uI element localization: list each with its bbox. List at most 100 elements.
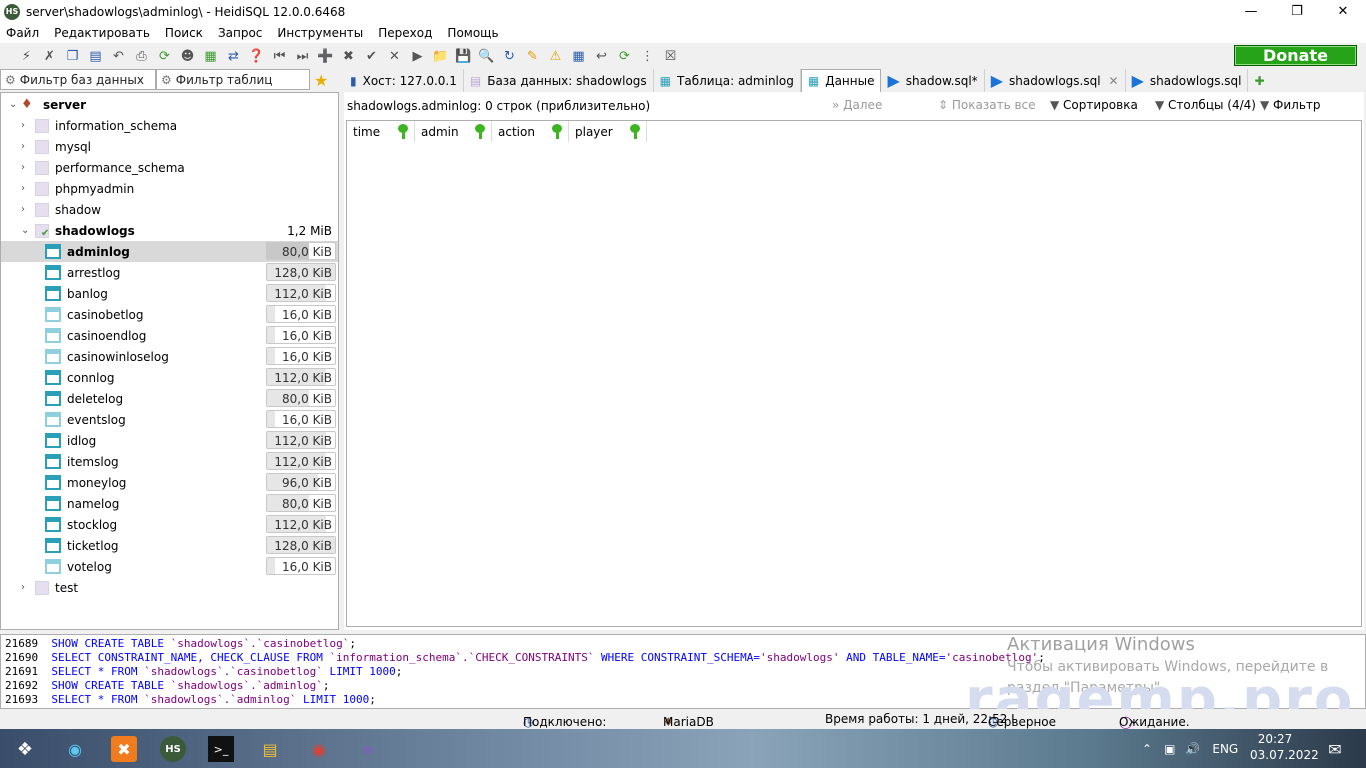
tree-db-shadowlogs[interactable]: ⌄ ✔ shadowlogs 1,2 MiB (1, 220, 338, 241)
tree-table-adminlog[interactable]: adminlog 80,0 KiB (1, 241, 338, 262)
refresh-icon[interactable]: ⟳ (154, 46, 175, 67)
tree-table-connlog[interactable]: connlog 112,0 KiB (1, 367, 338, 388)
folder-icon[interactable]: 📁 (430, 46, 451, 67)
autorefresh-icon[interactable]: ⟳ (614, 46, 635, 67)
tree-table-itemslog[interactable]: itemslog 112,0 KiB (1, 451, 338, 472)
next-button[interactable]: » Далее (832, 98, 882, 112)
tab-close-icon[interactable]: ✕ (1109, 74, 1119, 88)
filter-button[interactable]: ▼ Фильтр (1260, 98, 1321, 112)
help-icon[interactable]: ❓ (246, 46, 267, 67)
table-filter-input[interactable]: ⚙ Фильтр таблиц (156, 69, 310, 90)
format-icon[interactable]: ✎ (522, 46, 543, 67)
column-header-player[interactable]: player (569, 121, 647, 142)
tree-db-information_schema[interactable]: › information_schema (1, 115, 338, 136)
minimize-button[interactable]: — (1228, 0, 1274, 23)
visual-studio-icon[interactable]: ∞ (355, 736, 381, 762)
tab-database[interactable]: ▤ База данных: shadowlogs (464, 69, 654, 92)
cancel-icon[interactable]: ✕ (384, 46, 405, 67)
tree-table-deletelog[interactable]: deletelog 80,0 KiB (1, 388, 338, 409)
copy-icon[interactable]: ❐ (62, 46, 83, 67)
notifications-icon[interactable]: ✉ (1322, 736, 1348, 762)
replace-icon[interactable]: ↻ (499, 46, 520, 67)
edge-icon[interactable]: ◉ (62, 736, 88, 762)
tree-table-casinoendlog[interactable]: casinoendlog 16,0 KiB (1, 325, 338, 346)
tree-table-banlog[interactable]: banlog 112,0 KiB (1, 283, 338, 304)
find-icon[interactable]: 🔍 (476, 46, 497, 67)
last-icon[interactable]: ⏭ (292, 46, 313, 67)
disconnect-icon[interactable]: ✗ (39, 46, 60, 67)
windows-start-icon[interactable]: ❖ (12, 736, 38, 762)
tree-table-casinobetlog[interactable]: casinobetlog 16,0 KiB (1, 304, 338, 325)
print-icon[interactable]: ⎙ (131, 46, 152, 67)
chevron-right-icon[interactable]: › (21, 183, 25, 194)
tab-query-3[interactable]: ▶ shadowlogs.sql (1126, 69, 1249, 92)
network-icon[interactable]: ▣ (1164, 742, 1175, 756)
show-all-button[interactable]: ⇕ Показать все (938, 98, 1036, 112)
maximize-button[interactable]: ❐ (1274, 0, 1320, 23)
tree-table-votelog[interactable]: votelog 16,0 KiB (1, 556, 338, 577)
menu-search[interactable]: Поиск (165, 26, 203, 40)
close-button[interactable]: ✕ (1320, 0, 1366, 23)
tree-table-namelog[interactable]: namelog 80,0 KiB (1, 493, 338, 514)
favorites-star-icon[interactable]: ★ (314, 71, 328, 90)
tree-db-test[interactable]: › test (1, 577, 338, 598)
tree-table-eventslog[interactable]: eventslog 16,0 KiB (1, 409, 338, 430)
tree-table-casinowinloselog[interactable]: casinowinloselog 16,0 KiB (1, 346, 338, 367)
wrap-icon[interactable]: ↩ (591, 46, 612, 67)
export-icon[interactable]: ▦ (200, 46, 221, 67)
menu-goto[interactable]: Переход (378, 26, 432, 40)
tab-query-2[interactable]: ▶ shadowlogs.sql ✕ (985, 69, 1126, 92)
volume-icon[interactable]: 🔊 (1185, 742, 1200, 756)
chevron-down-icon[interactable]: ⌄ (9, 99, 17, 110)
explorer-icon[interactable]: ▤ (257, 736, 283, 762)
donate-button[interactable]: Donate (1234, 45, 1357, 66)
tree-db-performance_schema[interactable]: › performance_schema (1, 157, 338, 178)
warning-icon[interactable]: ⚠ (545, 46, 566, 67)
chevron-right-icon[interactable]: › (21, 204, 25, 215)
tree-server[interactable]: ⌄ ♦ server (1, 94, 338, 115)
db-filter-input[interactable]: ⚙ Фильтр баз данных (0, 69, 156, 90)
save-icon[interactable]: 💾 (453, 46, 474, 67)
chevron-down-icon[interactable]: ⌄ (21, 225, 29, 236)
tree-table-arrestlog[interactable]: arrestlog 128,0 KiB (1, 262, 338, 283)
delete-icon[interactable]: ✖ (338, 46, 359, 67)
binary-icon[interactable]: ▦ (568, 46, 589, 67)
users-icon[interactable]: ☻ (177, 46, 198, 67)
tab-table[interactable]: ▦ Таблица: adminlog (654, 69, 801, 92)
xampp-icon[interactable]: ✖ (111, 736, 137, 762)
chevron-right-icon[interactable]: › (21, 141, 25, 152)
chevron-right-icon[interactable]: › (21, 582, 25, 593)
run-icon[interactable]: ▶ (407, 46, 428, 67)
undo-icon[interactable]: ↶ (108, 46, 129, 67)
clock[interactable]: 20:27 03.07.2022 (1250, 731, 1319, 763)
terminal-icon[interactable]: >_ (208, 736, 234, 762)
chevron-right-icon[interactable]: › (21, 162, 25, 173)
first-icon[interactable]: ⏮ (269, 46, 290, 67)
sort-button[interactable]: ▼ Сортировка (1050, 98, 1138, 112)
column-header-action[interactable]: action (492, 121, 569, 142)
more-icon[interactable]: ⋮ (637, 46, 658, 67)
tree-db-shadow[interactable]: › shadow (1, 199, 338, 220)
menu-query[interactable]: Запрос (218, 26, 262, 40)
column-header-admin[interactable]: admin (415, 121, 492, 142)
chevron-right-icon[interactable]: › (21, 120, 25, 131)
menu-file[interactable]: Файл (6, 26, 39, 40)
tree-table-moneylog[interactable]: moneylog 96,0 KiB (1, 472, 338, 493)
data-grid[interactable]: time admin action player (346, 120, 1362, 627)
paste-icon[interactable]: ▤ (85, 46, 106, 67)
menu-edit[interactable]: Редактировать (54, 26, 150, 40)
chrome-icon[interactable]: ◉ (306, 736, 332, 762)
sync-icon[interactable]: ⇄ (223, 46, 244, 67)
columns-button[interactable]: ▼ Столбцы (4/4) (1155, 98, 1256, 112)
menu-tools[interactable]: Инструменты (277, 26, 363, 40)
tree-table-stocklog[interactable]: stocklog 112,0 KiB (1, 514, 338, 535)
menu-help[interactable]: Помощь (447, 26, 498, 40)
tree-db-phpmyadmin[interactable]: › phpmyadmin (1, 178, 338, 199)
tab-data[interactable]: ▦ Данные (800, 69, 882, 92)
tree-table-ticketlog[interactable]: ticketlog 128,0 KiB (1, 535, 338, 556)
connect-icon[interactable]: ⚡ (16, 46, 37, 67)
check-icon[interactable]: ✔ (361, 46, 382, 67)
tray-chevron-icon[interactable]: ⌃ (1142, 742, 1152, 756)
tree-db-mysql[interactable]: › mysql (1, 136, 338, 157)
add-icon[interactable]: ➕ (315, 46, 336, 67)
